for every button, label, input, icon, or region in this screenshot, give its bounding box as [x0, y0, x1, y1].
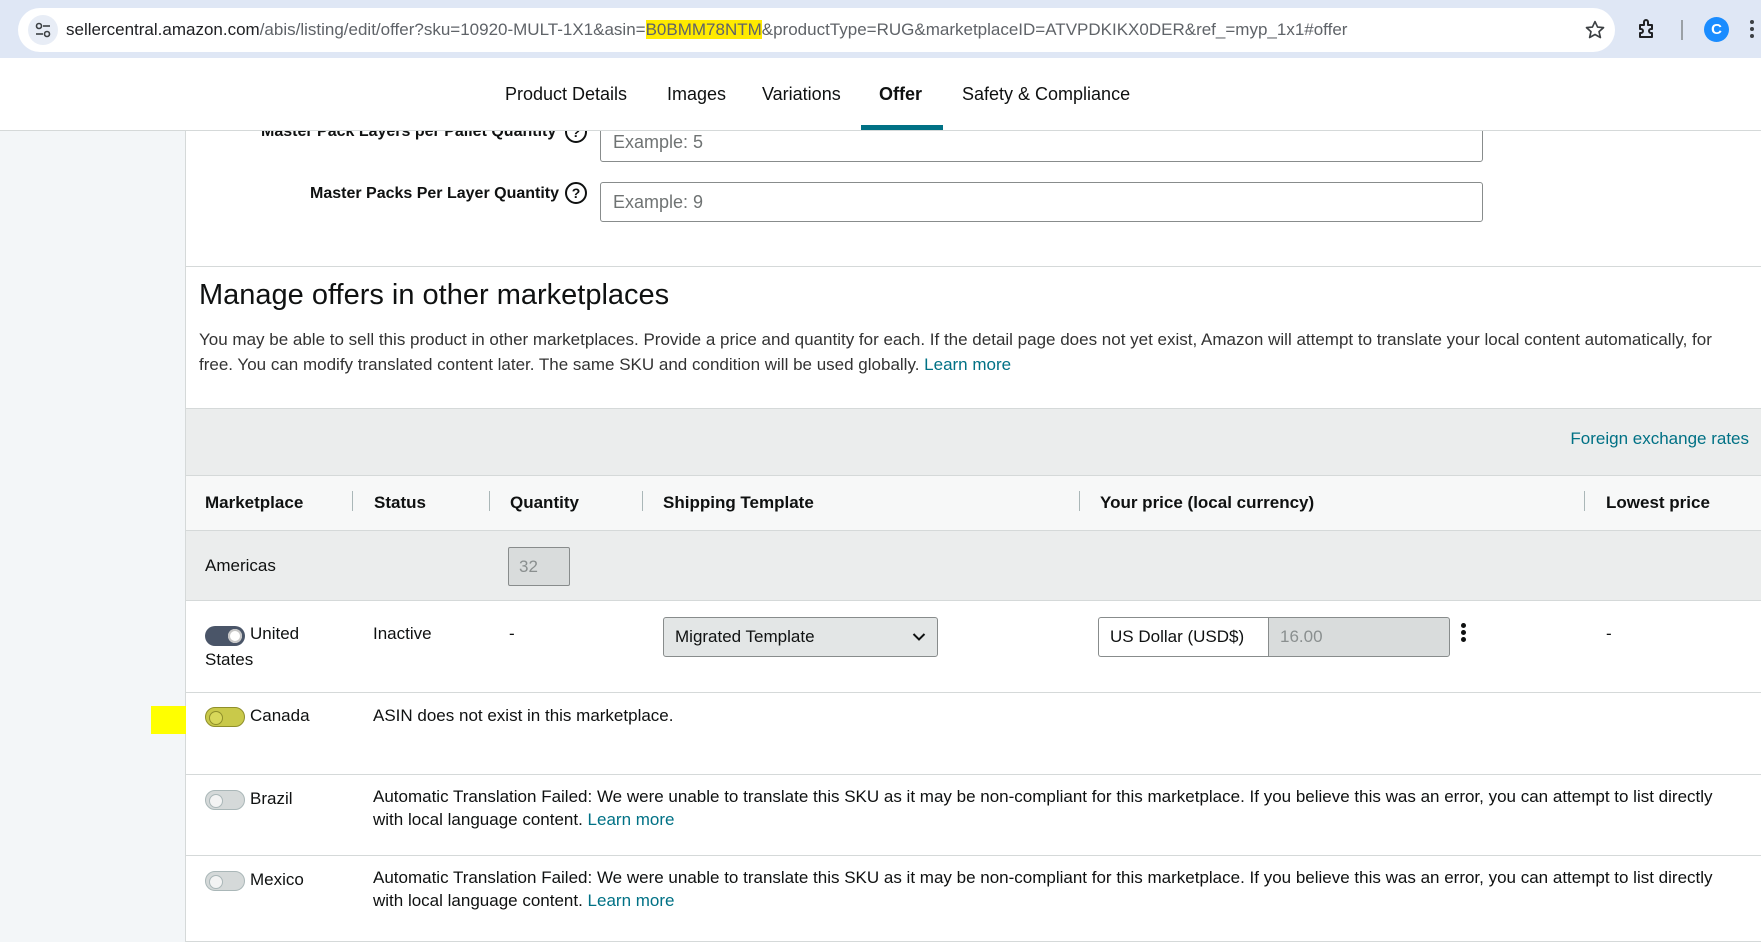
foreign-exchange-rates-link[interactable]: Foreign exchange rates — [1570, 429, 1749, 449]
packs-per-layer-label: Master Packs Per Layer Quantity — [310, 185, 560, 202]
listing-tabs: Product Details Images Variations Offer … — [0, 58, 1761, 131]
marketplace-toggle-canada[interactable] — [205, 707, 245, 727]
help-icon[interactable]: ? — [565, 182, 587, 204]
url-path-before: /abis/listing/edit/offer?sku=10920-MULT-… — [259, 20, 646, 39]
col-your-price: Your price (local currency) — [1100, 493, 1315, 512]
status-mexico-text: Automatic Translation Failed: We were un… — [373, 868, 1713, 910]
toggle-knob — [209, 794, 223, 808]
region-quantity-input[interactable] — [508, 547, 570, 586]
layers-per-pallet-input[interactable] — [600, 131, 1483, 162]
region-quantity-field[interactable] — [509, 548, 569, 585]
puzzle-icon[interactable] — [1636, 17, 1660, 41]
region-row-americas: Americas — [186, 531, 1761, 601]
status-canada: ASIN does not exist in this marketplace. — [373, 706, 674, 725]
col-shipping-template: Shipping Template — [663, 493, 814, 512]
col-separator — [489, 491, 490, 511]
marketplace-name-us-line2: States — [205, 650, 254, 669]
packs-per-layer-field[interactable] — [601, 183, 1482, 221]
shipping-template-value: Migrated Template — [675, 627, 815, 646]
marketplace-row-brazil: Brazil Automatic Translation Failed: We … — [186, 775, 1761, 856]
browser-toolbar: sellercentral.amazon.com/abis/listing/ed… — [0, 0, 1761, 58]
active-tab-indicator — [861, 125, 943, 130]
col-separator — [1584, 491, 1585, 511]
learn-more-link-mexico[interactable]: Learn more — [588, 891, 675, 910]
fx-bar: Foreign exchange rates — [186, 408, 1761, 475]
more-vert-icon[interactable] — [1750, 18, 1761, 42]
toggle-knob — [209, 875, 223, 889]
region-label: Americas — [205, 556, 276, 575]
marketplace-name-brazil: Brazil — [250, 789, 293, 808]
col-marketplace: Marketplace — [205, 493, 304, 512]
quantity-us: - — [509, 624, 515, 643]
shipping-template-select[interactable]: Migrated Template — [663, 617, 938, 657]
table-header: Marketplace Status Quantity Shipping Tem… — [186, 475, 1761, 531]
chevron-down-icon — [912, 633, 926, 641]
toolbar-divider — [1681, 20, 1683, 40]
toggle-knob — [209, 711, 223, 725]
profile-icon[interactable]: C — [1704, 17, 1729, 42]
tab-variations[interactable]: Variations — [762, 84, 841, 105]
section-divider — [186, 266, 1761, 267]
help-icon[interactable]: ? — [565, 131, 587, 143]
lowest-price-us: - — [1606, 624, 1612, 643]
star-icon[interactable] — [1584, 19, 1606, 41]
tab-product-details[interactable]: Product Details — [505, 84, 627, 105]
learn-more-link-brazil[interactable]: Learn more — [588, 810, 675, 829]
toggle-knob — [228, 629, 242, 643]
tab-safety-compliance[interactable]: Safety & Compliance — [962, 84, 1130, 105]
marketplace-row-canada: Canada ASIN does not exist in this marke… — [186, 693, 1761, 775]
marketplace-row-us: United States Inactive - Migrated Templa… — [186, 601, 1761, 693]
learn-more-link[interactable]: Learn more — [924, 355, 1011, 374]
marketplace-row-mexico: Mexico Automatic Translation Failed: We … — [186, 856, 1761, 942]
packs-per-layer-input[interactable] — [600, 182, 1483, 222]
url-highlight: B0BMM78NTM — [645, 20, 762, 39]
url-path-after: &productType=RUG&marketplaceID=ATVPDKIKX… — [761, 20, 1348, 39]
layers-per-pallet-label: Master Pack Layers per Pallet Quantity — [261, 131, 557, 140]
marketplace-toggle-mexico[interactable] — [205, 871, 245, 891]
col-separator — [1079, 491, 1080, 511]
col-separator — [642, 491, 643, 511]
url-host: sellercentral.amazon.com — [66, 20, 260, 39]
section-title: Manage offers in other marketplaces — [199, 279, 670, 311]
currency-label-box: US Dollar (USD$) — [1098, 617, 1268, 657]
status-mexico: Automatic Translation Failed: We were un… — [373, 866, 1743, 912]
url-text[interactable]: sellercentral.amazon.com/abis/listing/ed… — [66, 20, 1347, 40]
kebab-icon[interactable] — [1461, 623, 1467, 645]
price-field[interactable] — [1269, 618, 1449, 656]
offer-content: Master Pack Layers per Pallet Quantity ?… — [186, 131, 1761, 942]
site-settings-icon[interactable] — [28, 15, 58, 45]
status-brazil: Automatic Translation Failed: We were un… — [373, 785, 1743, 831]
layers-per-pallet-field[interactable] — [601, 131, 1482, 161]
address-bar[interactable]: sellercentral.amazon.com/abis/listing/ed… — [18, 8, 1615, 52]
marketplace-name-us-line1: United — [250, 624, 300, 643]
section-description: You may be able to sell this product in … — [199, 327, 1719, 377]
col-status: Status — [374, 493, 426, 512]
col-separator — [352, 491, 353, 511]
tab-offer[interactable]: Offer — [879, 84, 922, 105]
left-gutter — [0, 131, 186, 942]
marketplace-toggle-us[interactable] — [205, 626, 245, 646]
price-input[interactable] — [1268, 617, 1450, 657]
col-lowest-price: Lowest price — [1606, 493, 1710, 512]
marketplace-name-mexico: Mexico — [250, 870, 304, 889]
currency-label: US Dollar (USD$) — [1110, 627, 1245, 646]
status-us: Inactive — [373, 624, 432, 643]
marketplace-name-canada: Canada — [250, 706, 310, 725]
marketplace-toggle-brazil[interactable] — [205, 790, 245, 810]
tab-images[interactable]: Images — [667, 84, 726, 105]
status-brazil-text: Automatic Translation Failed: We were un… — [373, 787, 1713, 829]
col-quantity: Quantity — [510, 493, 579, 512]
